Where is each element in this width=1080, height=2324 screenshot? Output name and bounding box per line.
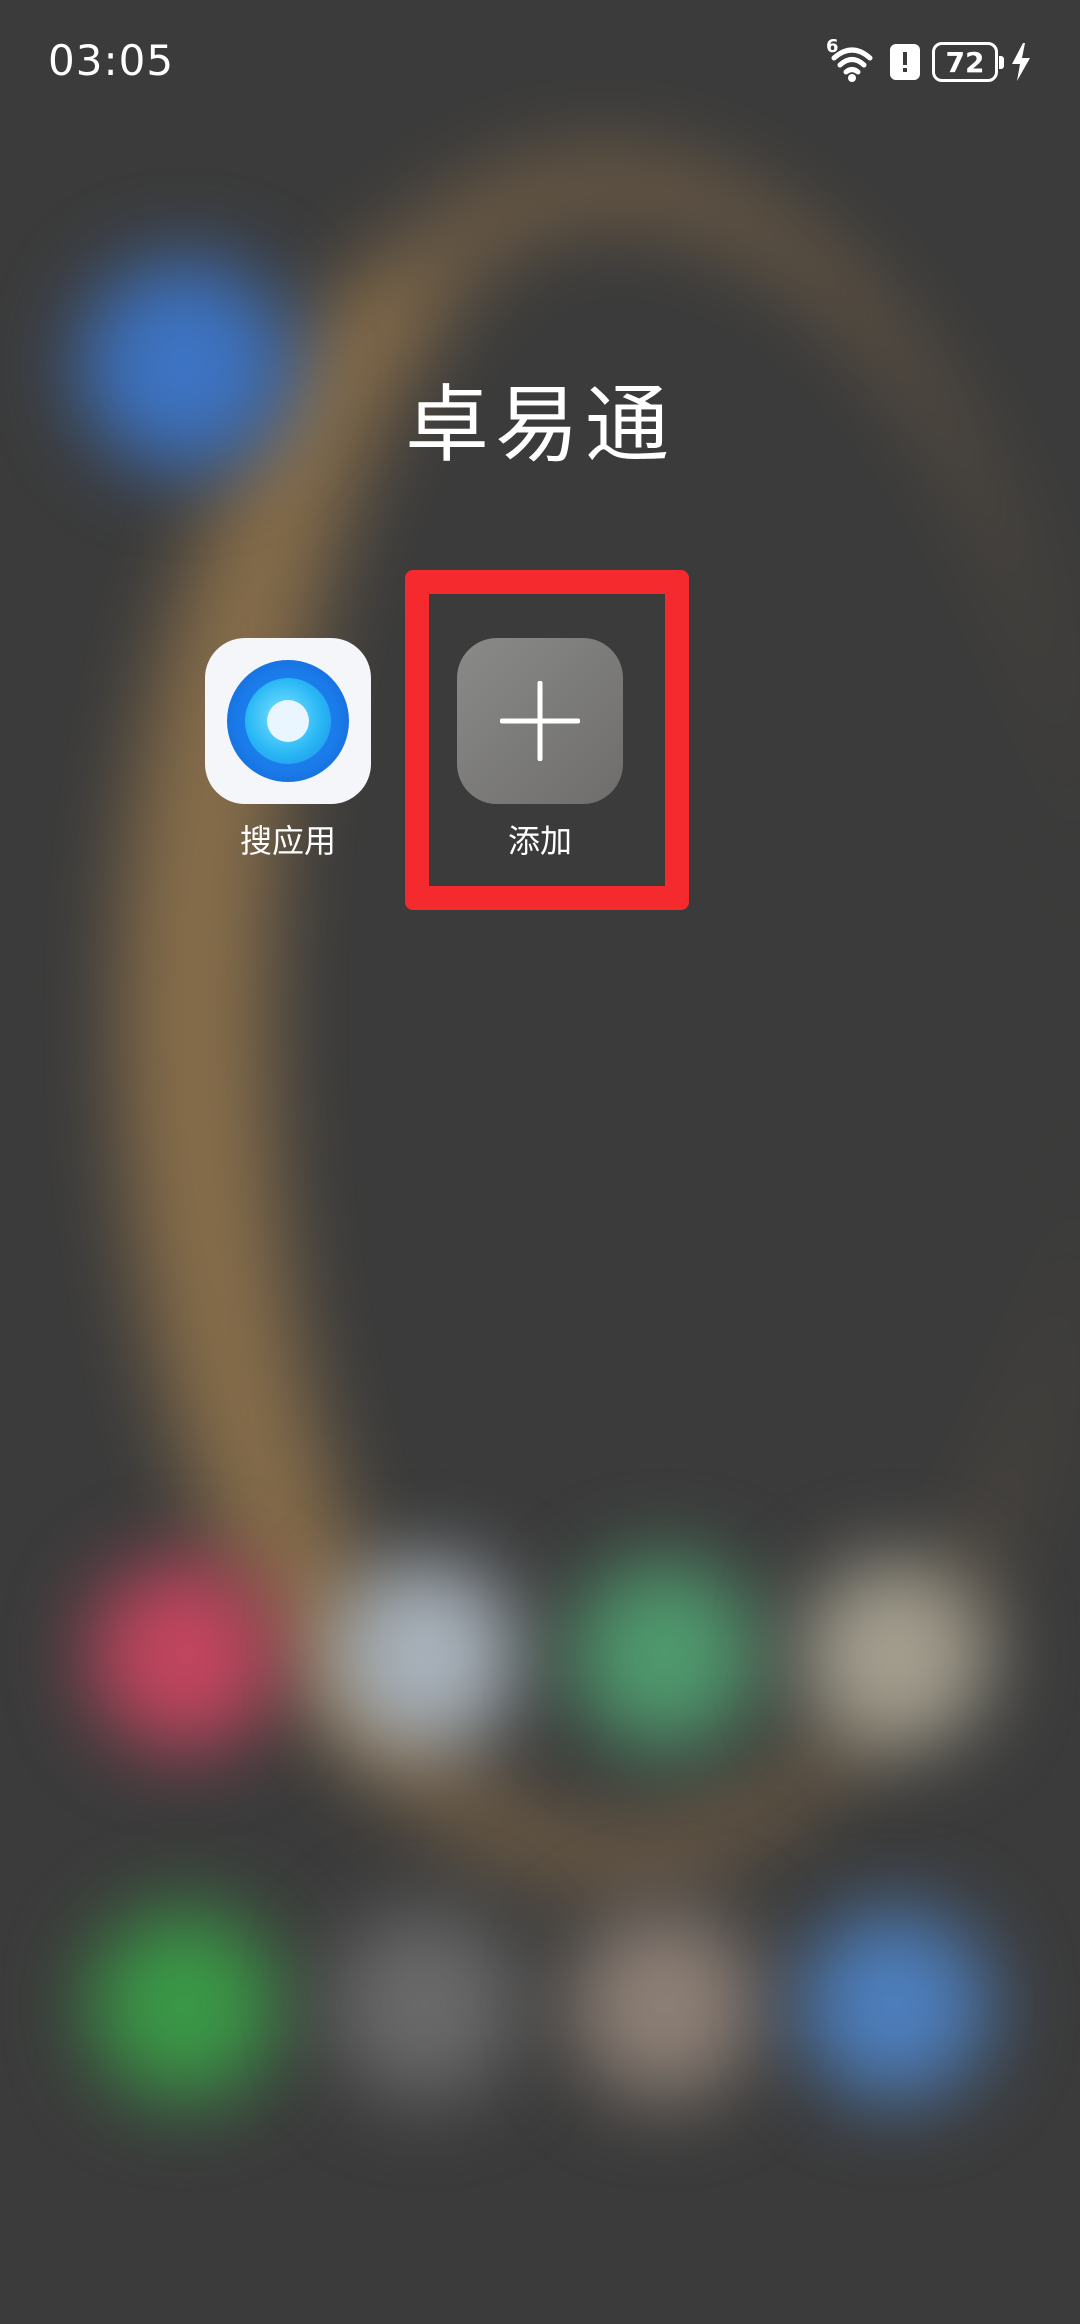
- blurred-app-icon: [330, 1560, 520, 1750]
- blurred-app-icon: [570, 1910, 760, 2100]
- search-app-icon[interactable]: [205, 638, 371, 804]
- app-label: 搜应用: [239, 822, 336, 860]
- highlight-annotation-box: [405, 570, 689, 910]
- status-icons: 6 72: [826, 36, 1032, 86]
- folder-title: 卓易通: [404, 376, 675, 474]
- blurred-app-icon: [570, 1560, 760, 1750]
- battery-level: 72: [945, 45, 985, 79]
- blurred-app-icon: [90, 1560, 280, 1750]
- wifi-icon: 6: [826, 36, 878, 84]
- battery-icon: 72: [932, 42, 1004, 82]
- blurred-app-icon: [90, 1910, 280, 2100]
- status-bar: 03:05 6 72: [0, 0, 1080, 120]
- blurred-app-icon: [800, 1910, 990, 2100]
- blurred-app-icon: [800, 1560, 990, 1750]
- charging-icon: [1010, 43, 1032, 81]
- app-search-apps[interactable]: 搜应用: [188, 638, 388, 862]
- alert-notification-icon: [890, 44, 920, 80]
- blurred-wallpaper: [0, 0, 1080, 2324]
- blurred-app-icon: [330, 1910, 520, 2100]
- status-time: 03:05: [48, 36, 175, 85]
